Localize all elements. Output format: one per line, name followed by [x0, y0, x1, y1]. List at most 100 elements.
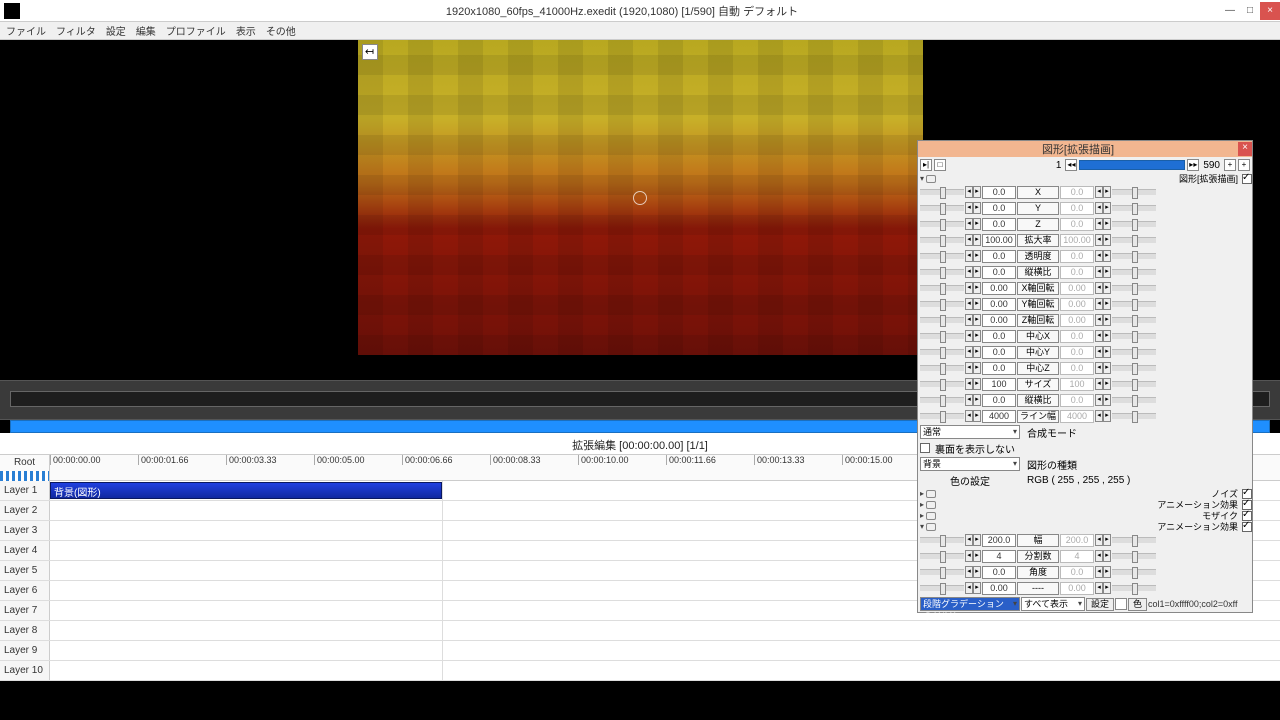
maximize-button[interactable]: □ [1240, 2, 1260, 20]
param-label[interactable]: 透明度 [1017, 250, 1059, 263]
spin-left[interactable]: ◂▸ [965, 218, 981, 230]
param-slider2[interactable] [1112, 285, 1156, 291]
param-slider[interactable] [920, 237, 964, 243]
spin-right[interactable]: ◂▸ [1095, 282, 1111, 294]
spin-right[interactable]: ◂▸ [1095, 250, 1111, 262]
param-value2[interactable]: 0.0 [1060, 330, 1094, 343]
spin-right[interactable]: ◂▸ [1095, 202, 1111, 214]
param-label[interactable]: X軸回転 [1017, 282, 1059, 295]
panel-close-icon[interactable]: × [1238, 142, 1252, 156]
seek-end-icon[interactable]: + [1224, 159, 1236, 171]
spin-right[interactable]: ◂▸ [1095, 234, 1111, 246]
param-value[interactable]: 0.0 [982, 218, 1016, 231]
param-slider[interactable] [920, 569, 964, 575]
spin-left[interactable]: ◂▸ [965, 250, 981, 262]
param-label[interactable]: ライン幅 [1017, 410, 1059, 423]
blend-mode-combo[interactable]: 通常 [920, 425, 1020, 439]
param-value[interactable]: 100.00 [982, 234, 1016, 247]
layer-row[interactable]: Layer 8 [0, 621, 1280, 641]
spin-right[interactable]: ◂▸ [1095, 330, 1111, 342]
param-value2[interactable]: 0.00 [1060, 298, 1094, 311]
param-value2[interactable]: 0.00 [1060, 582, 1094, 595]
param-slider[interactable] [920, 553, 964, 559]
spin-right[interactable]: ◂▸ [1095, 550, 1111, 562]
menu-edit[interactable]: 編集 [136, 23, 156, 38]
param-value[interactable]: 0.0 [982, 346, 1016, 359]
param-slider2[interactable] [1112, 569, 1156, 575]
param-value2[interactable]: 0.0 [1060, 566, 1094, 579]
param-value2[interactable]: 0.0 [1060, 362, 1094, 375]
param-label[interactable]: 中心X [1017, 330, 1059, 343]
param-slider2[interactable] [1112, 237, 1156, 243]
param-value[interactable]: 0.0 [982, 250, 1016, 263]
spin-right[interactable]: ◂▸ [1095, 346, 1111, 358]
param-value2[interactable]: 4000 [1060, 410, 1094, 423]
layer-row[interactable]: Layer 9 [0, 641, 1280, 661]
param-slider2[interactable] [1112, 537, 1156, 543]
param-value2[interactable]: 0.00 [1060, 314, 1094, 327]
spin-right[interactable]: ◂▸ [1095, 362, 1111, 374]
param-value[interactable]: 0.0 [982, 266, 1016, 279]
layer-label[interactable]: Layer 7 [0, 601, 50, 620]
param-label[interactable]: サイズ [1017, 378, 1059, 391]
param-value[interactable]: 0.0 [982, 362, 1016, 375]
param-slider2[interactable] [1112, 253, 1156, 259]
param-label[interactable]: 縦横比 [1017, 266, 1059, 279]
spin-right[interactable]: ◂▸ [1095, 314, 1111, 326]
param-slider2[interactable] [1112, 269, 1156, 275]
spin-left[interactable]: ◂▸ [965, 534, 981, 546]
spin-right[interactable]: ◂▸ [1095, 266, 1111, 278]
spin-left[interactable]: ◂▸ [965, 410, 981, 422]
step-fwd-icon[interactable]: ▸▸ [1187, 159, 1199, 171]
layer-label[interactable]: Layer 10 [0, 661, 50, 680]
menu-file[interactable]: ファイル [6, 23, 46, 38]
param-slider2[interactable] [1112, 553, 1156, 559]
minimize-button[interactable]: — [1220, 2, 1240, 20]
param-slider[interactable] [920, 365, 964, 371]
layer-label[interactable]: Layer 6 [0, 581, 50, 600]
layer-label[interactable]: Layer 3 [0, 521, 50, 540]
param-label[interactable]: 中心Z [1017, 362, 1059, 375]
param-value2[interactable]: 4 [1060, 550, 1094, 563]
param-value[interactable]: 0.0 [982, 394, 1016, 407]
preview-canvas[interactable]: ↤ [358, 40, 923, 355]
back-icon[interactable]: ↤ [362, 44, 378, 60]
param-value[interactable]: 200.0 [982, 534, 1016, 547]
param-label[interactable]: 中心Y [1017, 346, 1059, 359]
param-value[interactable]: 0.0 [982, 202, 1016, 215]
param-slider[interactable] [920, 349, 964, 355]
param-slider2[interactable] [1112, 365, 1156, 371]
param-slider2[interactable] [1112, 585, 1156, 591]
timeline-clip[interactable]: 背景(図形) [50, 482, 442, 499]
param-value2[interactable]: 100.00 [1060, 234, 1094, 247]
param-slider2[interactable] [1112, 301, 1156, 307]
param-slider2[interactable] [1112, 205, 1156, 211]
layer-label[interactable]: Layer 2 [0, 501, 50, 520]
param-value[interactable]: 4000 [982, 410, 1016, 423]
param-value[interactable]: 0.0 [982, 566, 1016, 579]
param-slider[interactable] [920, 285, 964, 291]
display-combo[interactable]: すべて表示 [1021, 597, 1085, 611]
param-slider2[interactable] [1112, 381, 1156, 387]
effect-enable-checkbox[interactable] [1242, 522, 1252, 532]
param-value[interactable]: 0.0 [982, 186, 1016, 199]
param-value[interactable]: 0.00 [982, 298, 1016, 311]
spin-left[interactable]: ◂▸ [965, 362, 981, 374]
spin-right[interactable]: ◂▸ [1095, 394, 1111, 406]
menu-view[interactable]: 表示 [236, 23, 256, 38]
color-button[interactable]: 色 [1128, 598, 1147, 611]
zoom-scale[interactable] [0, 471, 49, 481]
spin-left[interactable]: ◂▸ [965, 298, 981, 310]
param-label[interactable]: Z [1017, 218, 1059, 231]
seek-start-icon[interactable]: ▸| [920, 159, 932, 171]
param-slider[interactable] [920, 253, 964, 259]
param-slider[interactable] [920, 205, 964, 211]
spin-right[interactable]: ◂▸ [1095, 218, 1111, 230]
param-value[interactable]: 0.00 [982, 582, 1016, 595]
spin-left[interactable]: ◂▸ [965, 582, 981, 594]
frame-progress[interactable] [1079, 160, 1185, 170]
section-enable-checkbox[interactable] [1242, 174, 1252, 184]
param-slider[interactable] [920, 397, 964, 403]
spin-left[interactable]: ◂▸ [965, 394, 981, 406]
param-value2[interactable]: 0.0 [1060, 186, 1094, 199]
